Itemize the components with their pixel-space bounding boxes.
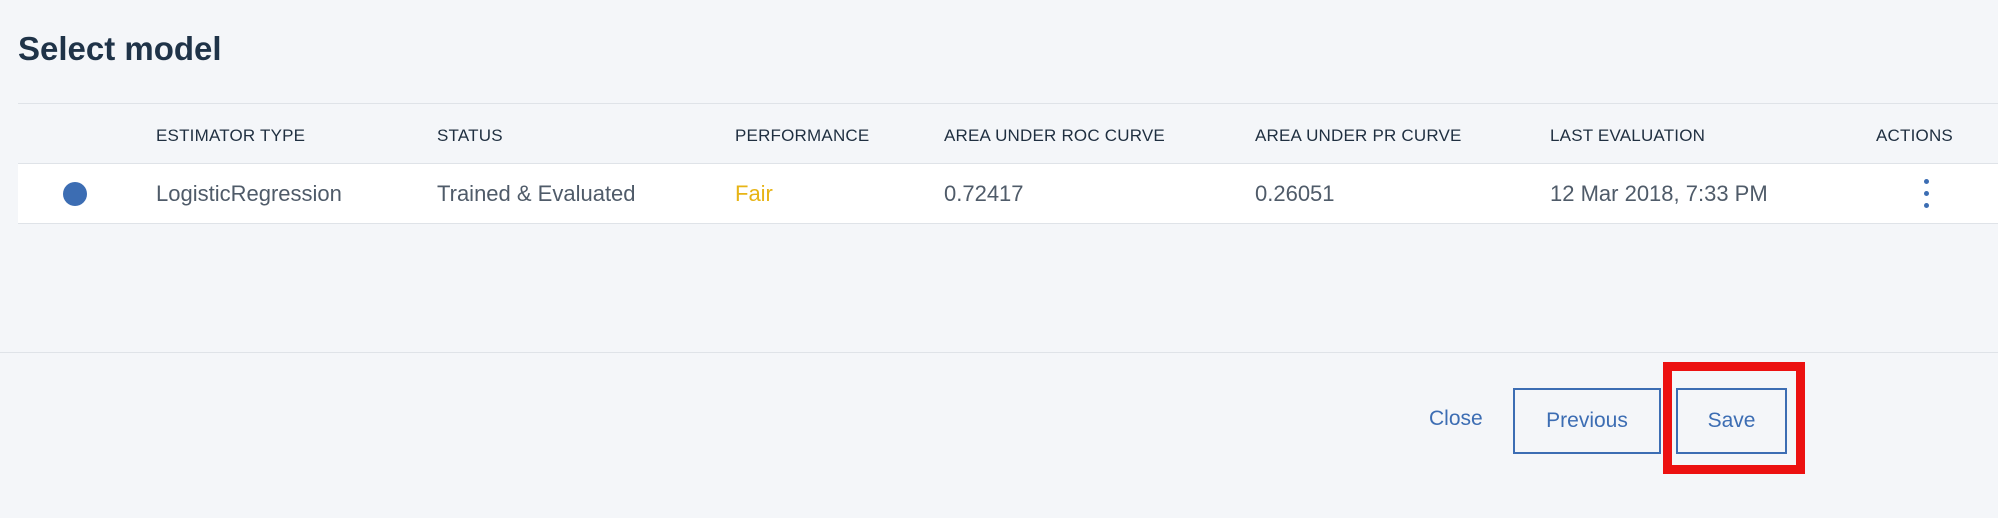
column-header-area-under-roc-curve[interactable]: AREA UNDER ROC CURVE [944, 126, 1165, 146]
cell-area-under-pr-curve: 0.26051 [1255, 181, 1335, 206]
footer-divider [0, 352, 1998, 353]
table-header: ESTIMATOR TYPE STATUS PERFORMANCE AREA U… [18, 103, 1998, 164]
cell-performance: Fair [735, 181, 773, 206]
column-header-estimator-type[interactable]: ESTIMATOR TYPE [156, 126, 305, 146]
column-header-actions: ACTIONS [1876, 126, 1953, 145]
models-table: ESTIMATOR TYPE STATUS PERFORMANCE AREA U… [18, 103, 1998, 224]
cell-area-under-roc-curve: 0.72417 [944, 181, 1024, 206]
previous-button[interactable]: Previous [1513, 388, 1661, 454]
column-header-status[interactable]: STATUS [437, 126, 503, 146]
page-title: Select model [18, 30, 222, 67]
column-header-performance[interactable]: PERFORMANCE [735, 126, 869, 146]
select-model-page: Select model ESTIMATOR TYPE STATUS PERFO… [0, 0, 1998, 518]
save-button[interactable]: Save [1676, 388, 1787, 454]
cell-estimator-type: LogisticRegression [156, 181, 342, 206]
close-button[interactable]: Close [1429, 407, 1483, 431]
column-header-area-under-pr-curve[interactable]: AREA UNDER PR CURVE [1255, 126, 1462, 146]
cell-status: Trained & Evaluated [437, 181, 636, 206]
table-row[interactable]: LogisticRegression Trained & Evaluated F… [18, 164, 1998, 224]
column-header-last-evaluation[interactable]: LAST EVALUATION [1550, 126, 1705, 146]
overflow-menu-icon[interactable] [1918, 177, 1936, 211]
radio-selected-icon[interactable] [63, 182, 87, 206]
cell-last-evaluation: 12 Mar 2018, 7:33 PM [1550, 181, 1768, 206]
